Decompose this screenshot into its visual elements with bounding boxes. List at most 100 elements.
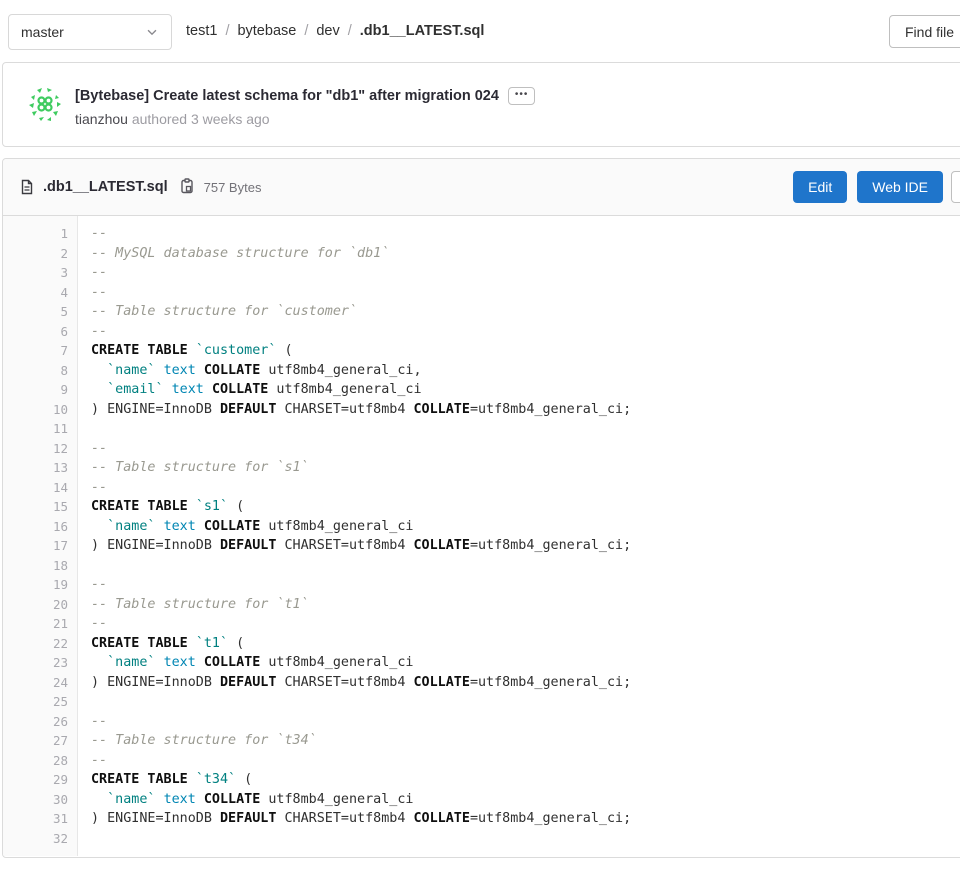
file-name: .db1__LATEST.sql [43,179,168,195]
code-line: 14-- [3,478,960,498]
line-number[interactable]: 2 [3,244,78,264]
code-line: 30 `name` text COLLATE utf8mb4_general_c… [3,790,960,810]
line-number[interactable]: 32 [3,829,78,849]
line-number[interactable]: 13 [3,458,78,478]
code-text: `name` text COLLATE utf8mb4_general_ci [78,517,414,537]
line-number[interactable]: 14 [3,478,78,498]
code-text: -- [78,712,107,732]
line-number[interactable]: 30 [3,790,78,810]
code-text: ) ENGINE=InnoDB DEFAULT CHARSET=utf8mb4 … [78,809,631,829]
breadcrumb-separator: / [217,23,237,39]
code-text: ) ENGINE=InnoDB DEFAULT CHARSET=utf8mb4 … [78,536,631,556]
code-line: 17) ENGINE=InnoDB DEFAULT CHARSET=utf8mb… [3,536,960,556]
line-number[interactable]: 15 [3,497,78,517]
line-number[interactable]: 4 [3,283,78,303]
code-text: CREATE TABLE `customer` ( [78,341,293,361]
code-text: -- [78,283,107,303]
line-number[interactable]: 18 [3,556,78,576]
code-line: 8 `name` text COLLATE utf8mb4_general_ci… [3,361,960,381]
commit-meta-text: authored 3 weeks ago [132,111,270,127]
line-number[interactable]: 5 [3,302,78,322]
line-number[interactable]: 12 [3,439,78,459]
code-line: 21-- [3,614,960,634]
code-line: 25 [3,692,960,712]
code-text: -- [78,614,107,634]
identicon-image [25,84,65,124]
code-text: `name` text COLLATE utf8mb4_general_ci [78,653,414,673]
avatar[interactable] [25,84,65,124]
line-number[interactable]: 10 [3,400,78,420]
code-text: `email` text COLLATE utf8mb4_general_ci [78,380,422,400]
chevron-down-icon [145,25,159,39]
breadcrumb: test1/bytebase/dev/.db1__LATEST.sql [186,0,484,62]
line-number[interactable]: 27 [3,731,78,751]
code-text: CREATE TABLE `s1` ( [78,497,244,517]
code-text: -- Table structure for `t34` [78,731,317,751]
line-number[interactable]: 17 [3,536,78,556]
breadcrumb-item[interactable]: bytebase [237,23,296,39]
line-number[interactable]: 7 [3,341,78,361]
line-number[interactable]: 25 [3,692,78,712]
line-number[interactable]: 22 [3,634,78,654]
commit-box: [Bytebase] Create latest schema for "db1… [2,62,960,147]
code-line: 10) ENGINE=InnoDB DEFAULT CHARSET=utf8mb… [3,400,960,420]
code-text: ) ENGINE=InnoDB DEFAULT CHARSET=utf8mb4 … [78,400,631,420]
document-icon [19,179,35,195]
line-number[interactable]: 6 [3,322,78,342]
code-line: 4-- [3,283,960,303]
code-line: 5-- Table structure for `customer` [3,302,960,322]
code-line: 22CREATE TABLE `t1` ( [3,634,960,654]
line-number[interactable]: 24 [3,673,78,693]
file-actions: Edit Web IDE [793,171,960,203]
line-number[interactable]: 31 [3,809,78,829]
download-button[interactable] [951,171,960,203]
ellipsis-icon: ••• [515,89,529,100]
line-number[interactable]: 16 [3,517,78,537]
web-ide-button[interactable]: Web IDE [857,171,943,203]
code-text: -- Table structure for `t1` [78,595,309,615]
code-line: 3-- [3,263,960,283]
branch-selector[interactable]: master [8,14,172,50]
code-text [78,829,91,849]
line-number[interactable]: 11 [3,419,78,439]
ellipsis-button[interactable]: ••• [508,87,536,105]
code-line: 32 [3,829,960,849]
line-number[interactable]: 26 [3,712,78,732]
line-number[interactable]: 21 [3,614,78,634]
clipboard-icon [179,178,195,194]
line-number[interactable]: 8 [3,361,78,381]
code-line: 29CREATE TABLE `t34` ( [3,770,960,790]
code-text [78,556,91,576]
line-number[interactable]: 23 [3,653,78,673]
code-line: 11 [3,419,960,439]
commit-title[interactable]: [Bytebase] Create latest schema for "db1… [75,88,499,104]
commit-info: [Bytebase] Create latest schema for "db1… [75,87,947,127]
copy-path-button[interactable] [176,176,198,198]
code-text: ) ENGINE=InnoDB DEFAULT CHARSET=utf8mb4 … [78,673,631,693]
line-number[interactable]: 3 [3,263,78,283]
edit-button[interactable]: Edit [793,171,847,203]
code-line: 13-- Table structure for `s1` [3,458,960,478]
code-text: -- [78,575,107,595]
code-line: 28-- [3,751,960,771]
commit-author-link[interactable]: tianzhou [75,111,128,127]
line-number[interactable]: 20 [3,595,78,615]
line-number[interactable]: 9 [3,380,78,400]
line-number[interactable]: 1 [3,224,78,244]
code-text: -- Table structure for `s1` [78,458,309,478]
code-line: 20-- Table structure for `t1` [3,595,960,615]
code-text: -- MySQL database structure for `db1` [78,244,389,264]
breadcrumb-item[interactable]: dev [316,23,339,39]
breadcrumb-item[interactable]: test1 [186,23,217,39]
line-number[interactable]: 29 [3,770,78,790]
line-number[interactable]: 19 [3,575,78,595]
code-text: -- Table structure for `customer` [78,302,357,322]
find-file-button[interactable]: Find file [889,15,960,48]
code-line: 31) ENGINE=InnoDB DEFAULT CHARSET=utf8mb… [3,809,960,829]
code-text: -- [78,322,107,342]
code-text: CREATE TABLE `t1` ( [78,634,244,654]
code-line: 6-- [3,322,960,342]
code-line: 19-- [3,575,960,595]
line-number[interactable]: 28 [3,751,78,771]
file-size: 757 Bytes [204,180,262,195]
